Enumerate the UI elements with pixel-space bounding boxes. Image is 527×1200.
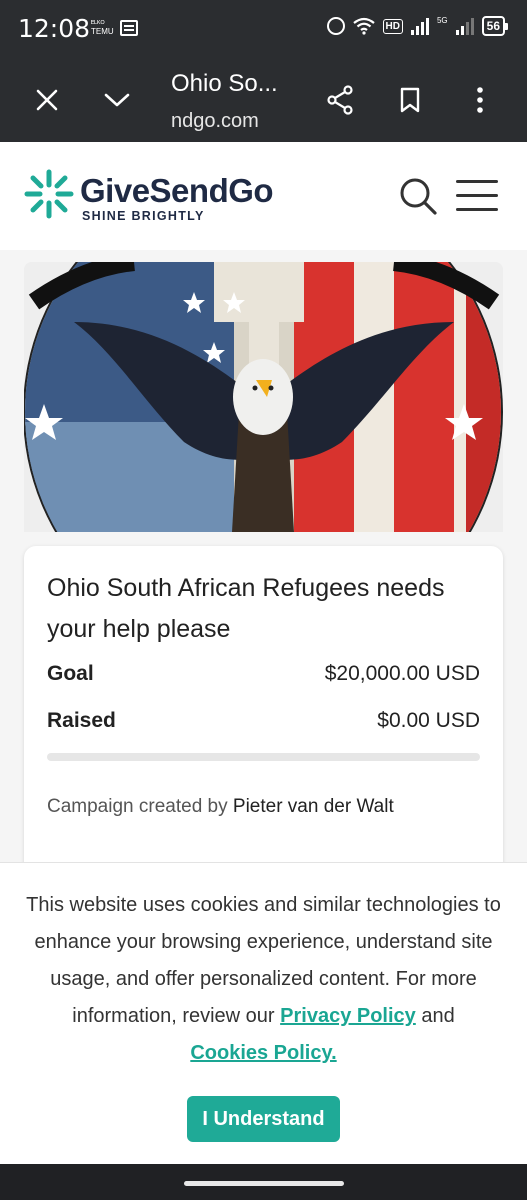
campaign-title: Ohio South African Refugees needs your h… bbox=[47, 574, 445, 643]
raised-label: Raised bbox=[47, 709, 116, 732]
logo-tagline: SHINE BRIGHTLY bbox=[82, 209, 205, 223]
browser-toolbar: Ohio So... ndgo.com bbox=[0, 58, 527, 142]
creator-prefix: Campaign created by bbox=[47, 796, 228, 817]
temu-notification-icon: ᴱᴸᴷᴼ TEMU bbox=[91, 19, 114, 36]
campaign-creator: Campaign created by Pieter van der Walt bbox=[47, 796, 394, 818]
raised-row: Raised $0.00 USD bbox=[47, 709, 480, 733]
bookmark-button[interactable] bbox=[390, 80, 430, 120]
more-vert-icon bbox=[477, 87, 483, 113]
home-gesture-handle[interactable] bbox=[184, 1181, 344, 1186]
signal-icon bbox=[410, 17, 429, 35]
raised-value: $0.00 USD bbox=[377, 709, 480, 732]
privacy-policy-link[interactable]: Privacy Policy bbox=[280, 1005, 416, 1027]
goal-row: Goal $20,000.00 USD bbox=[47, 662, 480, 686]
calendar-notification-icon bbox=[120, 20, 138, 36]
close-icon bbox=[36, 89, 58, 111]
network-type-label: 5G bbox=[436, 16, 448, 25]
battery-icon: 56 bbox=[481, 16, 509, 36]
i-understand-button[interactable]: I Understand bbox=[187, 1096, 340, 1142]
more-options-button[interactable] bbox=[460, 80, 500, 120]
site-header: GiveSendGo SHINE BRIGHTLY bbox=[0, 142, 527, 250]
system-navigation-bar bbox=[0, 1164, 527, 1200]
cookie-and-text: and bbox=[421, 1005, 455, 1027]
search-icon[interactable] bbox=[398, 176, 438, 216]
campaign-image bbox=[24, 262, 503, 532]
status-bar: 12:08 ᴱᴸᴷᴼ TEMU HD 5G 56 bbox=[0, 0, 527, 58]
cookie-message: This website uses cookies and similar te… bbox=[18, 887, 509, 1072]
hd-icon: HD bbox=[382, 18, 403, 34]
givesendgo-logo-icon[interactable] bbox=[24, 169, 74, 219]
logo-text[interactable]: GiveSendGo bbox=[80, 172, 274, 210]
signal-icon-secondary bbox=[455, 17, 474, 35]
goal-label: Goal bbox=[47, 662, 94, 685]
page-url[interactable]: ndgo.com bbox=[171, 110, 259, 133]
chevron-down-icon bbox=[104, 93, 130, 107]
status-time: 12:08 bbox=[18, 14, 91, 43]
alarm-icon bbox=[326, 17, 345, 35]
bookmark-icon bbox=[400, 87, 420, 113]
goal-value: $20,000.00 USD bbox=[324, 662, 480, 685]
minimize-button[interactable] bbox=[97, 80, 137, 120]
campaign-card: Ohio South African Refugees needs your h… bbox=[24, 546, 503, 876]
close-button[interactable] bbox=[27, 80, 67, 120]
page-title: Ohio So... bbox=[171, 70, 278, 97]
eagle-flag-illustration bbox=[24, 262, 503, 532]
funding-progress-bar bbox=[47, 753, 480, 761]
status-icons: HD 5G 56 bbox=[326, 16, 509, 36]
share-button[interactable] bbox=[320, 80, 360, 120]
share-icon bbox=[327, 85, 353, 115]
cookies-policy-link[interactable]: Cookies Policy. bbox=[190, 1042, 336, 1064]
hamburger-menu-icon[interactable] bbox=[456, 180, 498, 214]
wifi-icon bbox=[352, 17, 375, 35]
creator-name[interactable]: Pieter van der Walt bbox=[233, 796, 394, 817]
cookie-banner: This website uses cookies and similar te… bbox=[0, 862, 527, 1164]
campaign-page: Ohio South African Refugees needs your h… bbox=[0, 250, 527, 876]
